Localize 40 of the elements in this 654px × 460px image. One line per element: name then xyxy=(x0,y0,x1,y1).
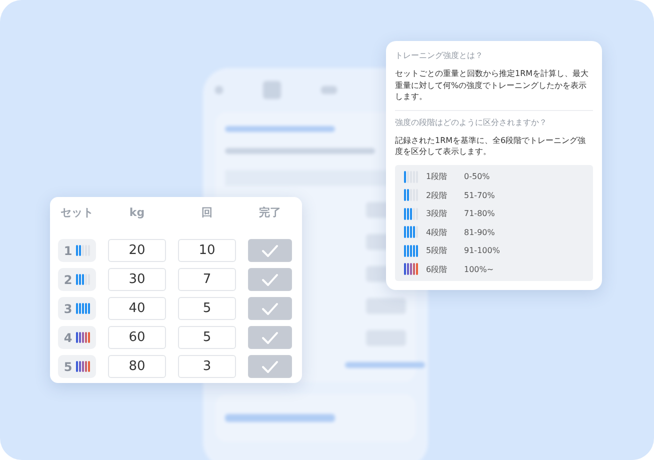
reps-field[interactable]: 3 xyxy=(178,355,236,378)
done-checkbox[interactable] xyxy=(248,239,292,262)
reps-field[interactable]: 7 xyxy=(178,268,236,291)
weight-field[interactable]: 60 xyxy=(108,326,166,349)
check-icon xyxy=(261,272,279,286)
reps-field[interactable]: 5 xyxy=(178,326,236,349)
check-icon xyxy=(261,360,279,374)
check-icon xyxy=(261,302,279,316)
stage-label: 1段階 xyxy=(426,171,448,182)
column-header: 回 xyxy=(202,205,212,220)
weight-field[interactable]: 20 xyxy=(108,239,166,262)
check-icon xyxy=(261,330,279,344)
done-checkbox[interactable] xyxy=(248,326,292,349)
weight-field[interactable]: 30 xyxy=(108,268,166,291)
stage-range: 51-70% xyxy=(464,190,495,200)
weight-field[interactable]: 40 xyxy=(108,297,166,320)
stage-range: 71-80% xyxy=(464,209,495,218)
stage-label: 2段階 xyxy=(426,190,448,201)
done-checkbox[interactable] xyxy=(248,297,292,320)
stage-range: 100%~ xyxy=(464,264,494,274)
stage-label: 3段階 xyxy=(426,208,448,220)
column-header: kg xyxy=(129,206,145,219)
column-header: 完了 xyxy=(259,205,281,220)
question-text: トレーニング強度とは？ xyxy=(395,50,484,61)
stage-label: 6段階 xyxy=(426,264,448,275)
answer-text: 記録された1RMを基準に、全6段階でトレーニング強度を区分して表示します。 xyxy=(395,134,587,158)
answer-text: セットごとの重量と回数から推定1RMを計算し、最大重量に対して何%の強度でトレーニングしたかを表示します。 xyxy=(395,68,590,103)
done-checkbox[interactable] xyxy=(248,268,292,291)
stage-range: 0-50% xyxy=(464,172,490,182)
stage-label: 5段階 xyxy=(426,245,448,256)
done-checkbox[interactable] xyxy=(248,355,292,378)
question-text: 強度の段階はどのように区分されますか？ xyxy=(395,116,548,128)
reps-field[interactable]: 10 xyxy=(178,239,236,262)
stage-label: 4段階 xyxy=(426,226,448,238)
check-icon xyxy=(261,244,279,258)
stage-range: 81-90% xyxy=(464,228,495,237)
reps-field[interactable]: 5 xyxy=(178,297,236,320)
weight-field[interactable]: 80 xyxy=(108,355,166,378)
stage-range: 91-100% xyxy=(464,246,500,256)
column-header: セット xyxy=(60,205,94,220)
